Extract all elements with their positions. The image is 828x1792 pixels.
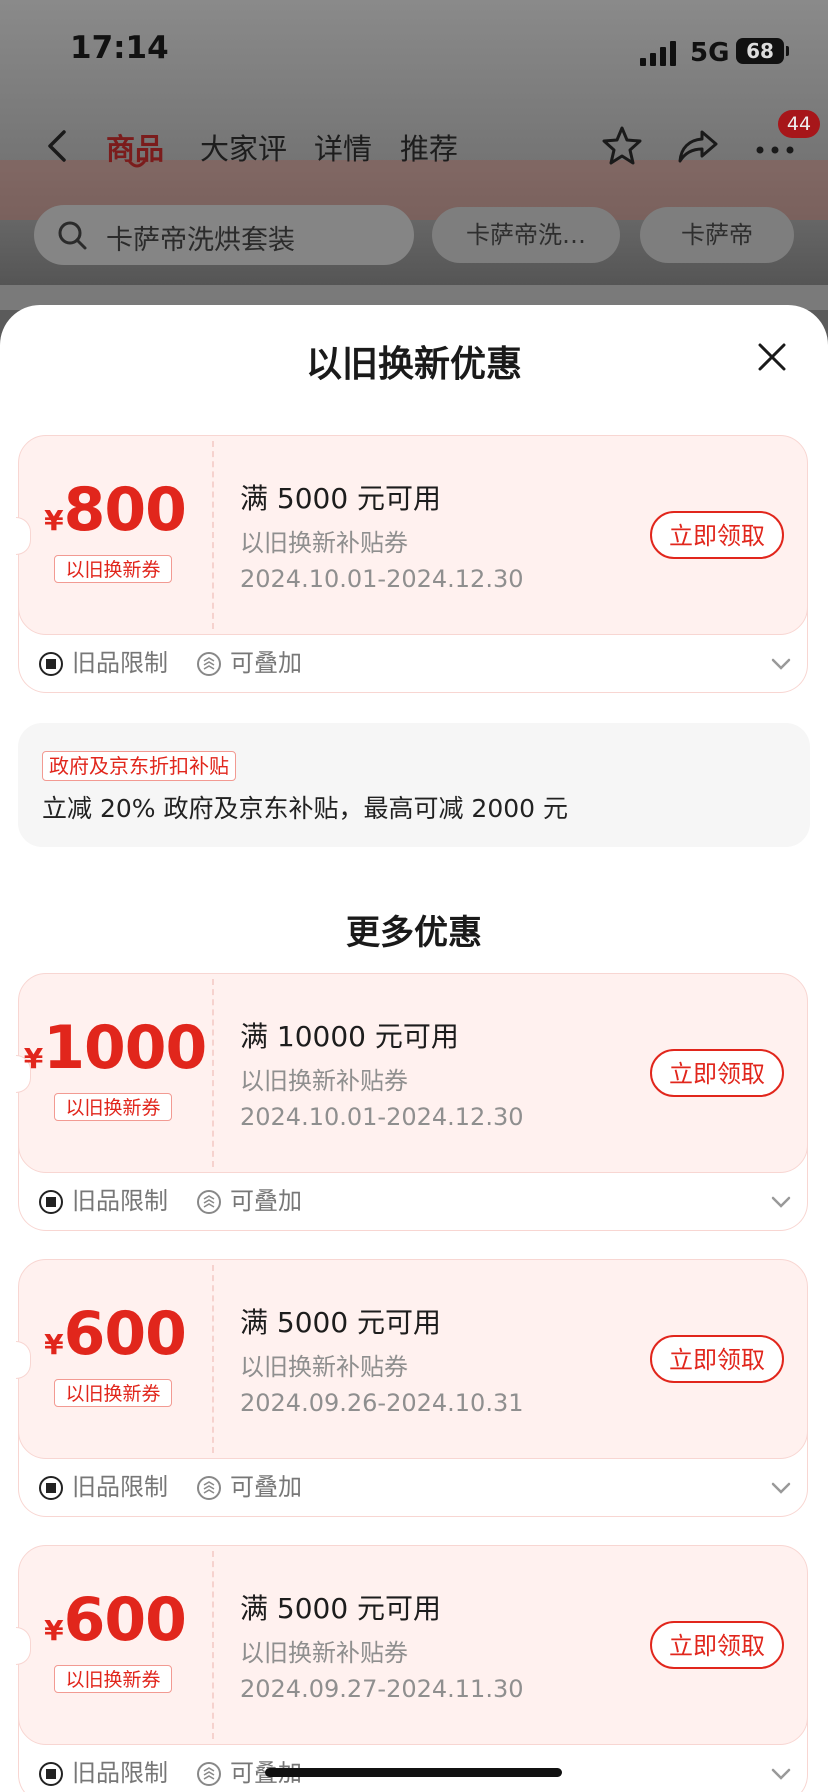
claim-button[interactable]: 立即领取 <box>650 511 784 559</box>
trade-in-offers-sheet: 以旧换新优惠 ¥800 以旧换新券 满 5000 元可用 以旧换新补贴券 202… <box>0 305 828 1792</box>
stackable-icon <box>197 1476 221 1500</box>
stackable-icon <box>197 1190 221 1214</box>
coupon-condition: 满 5000 元可用 <box>240 482 442 515</box>
coupon-type: 以旧换新补贴券 <box>240 1067 408 1095</box>
stackable-icon <box>197 652 221 676</box>
old-item-icon <box>39 1476 63 1500</box>
chevron-down-icon[interactable] <box>770 1195 792 1209</box>
coupon-tag: 以旧换新券 <box>54 1665 172 1693</box>
coupon-card: ¥600 以旧换新券 满 5000 元可用 以旧换新补贴券 2024.09.27… <box>16 1545 810 1792</box>
search-row: 卡萨帝洗烘套装 卡萨帝洗… 卡萨帝 <box>0 205 828 269</box>
coupon-date: 2024.10.01-2024.12.30 <box>240 1103 524 1131</box>
claim-button[interactable]: 立即领取 <box>650 1049 784 1097</box>
old-item-limit: 旧品限制 <box>72 1473 168 1501</box>
coupon-date: 2024.09.26-2024.10.31 <box>240 1389 524 1417</box>
claim-button[interactable]: 立即领取 <box>650 1335 784 1383</box>
chevron-down-icon[interactable] <box>770 657 792 671</box>
background-product-page: 17:14 5G 68 商品 大家评 详情 推荐 44 卡萨帝洗烘套装 卡萨帝洗… <box>0 0 828 310</box>
stackable-label: 可叠加 <box>230 649 302 677</box>
coupon-card: ¥800 以旧换新券 满 5000 元可用 以旧换新补贴券 2024.10.01… <box>16 435 810 693</box>
close-icon[interactable] <box>756 341 788 373</box>
coupon-card: ¥600 以旧换新券 满 5000 元可用 以旧换新补贴券 2024.09.26… <box>16 1259 810 1517</box>
subsidy-text: 立减 20% 政府及京东补贴，最高可减 2000 元 <box>42 794 568 823</box>
subsidy-tag: 政府及京东折扣补贴 <box>42 751 236 781</box>
government-subsidy-card: 政府及京东折扣补贴 立减 20% 政府及京东补贴，最高可减 2000 元 <box>18 723 810 847</box>
active-tab-indicator <box>128 160 146 168</box>
claim-button[interactable]: 立即领取 <box>650 1621 784 1669</box>
search-chip[interactable]: 卡萨帝洗… <box>432 207 620 263</box>
coupon-divider <box>212 1265 214 1453</box>
coupon-amount: ¥1000 <box>18 1013 212 1083</box>
coupon-type: 以旧换新补贴券 <box>240 529 408 557</box>
coupon-amount: ¥600 <box>18 1585 212 1655</box>
coupon-condition: 满 5000 元可用 <box>240 1592 442 1625</box>
stackable-label: 可叠加 <box>230 1473 302 1501</box>
more-offers-title: 更多优惠 <box>346 913 482 953</box>
coupon-amount: ¥800 <box>18 475 212 545</box>
tab-details[interactable]: 详情 <box>314 126 372 168</box>
tab-reviews[interactable]: 大家评 <box>200 126 287 168</box>
search-input[interactable]: 卡萨帝洗烘套装 <box>34 205 414 265</box>
coupon-type: 以旧换新补贴券 <box>240 1353 408 1381</box>
coupon-divider <box>212 979 214 1167</box>
coupon-tag: 以旧换新券 <box>54 1093 172 1121</box>
chevron-down-icon[interactable] <box>770 1767 792 1781</box>
coupon-date: 2024.09.27-2024.11.30 <box>240 1675 524 1703</box>
old-item-icon <box>39 1190 63 1214</box>
search-query: 卡萨帝洗烘套装 <box>106 225 295 256</box>
old-item-icon <box>39 652 63 676</box>
currency-symbol: ¥ <box>44 1614 64 1647</box>
old-item-limit: 旧品限制 <box>72 649 168 677</box>
favorite-star-icon[interactable] <box>600 124 644 168</box>
old-item-limit: 旧品限制 <box>72 1759 168 1787</box>
coupon-value: 800 <box>63 475 187 545</box>
status-time: 17:14 <box>70 30 169 66</box>
battery-icon: 68 <box>736 38 789 64</box>
share-icon[interactable] <box>676 126 720 166</box>
coupon-condition: 满 10000 元可用 <box>240 1020 459 1053</box>
chevron-down-icon[interactable] <box>770 1481 792 1495</box>
currency-symbol: ¥ <box>44 504 64 537</box>
coupon-date: 2024.10.01-2024.12.30 <box>240 565 524 593</box>
coupon-tag: 以旧换新券 <box>54 1379 172 1407</box>
search-chip[interactable]: 卡萨帝 <box>640 207 794 263</box>
coupon-value: 600 <box>63 1299 187 1369</box>
stackable-label: 可叠加 <box>230 1187 302 1215</box>
product-nav: 商品 大家评 详情 推荐 44 <box>0 110 828 182</box>
search-icon <box>58 221 87 250</box>
coupon-value: 600 <box>63 1585 187 1655</box>
home-indicator[interactable] <box>265 1768 562 1777</box>
currency-symbol: ¥ <box>23 1042 44 1075</box>
network-label: 5G <box>690 38 730 68</box>
old-item-limit: 旧品限制 <box>72 1187 168 1215</box>
stackable-icon <box>197 1762 221 1786</box>
coupon-condition: 满 5000 元可用 <box>240 1306 442 1339</box>
signal-icon <box>640 40 680 66</box>
coupon-divider <box>212 441 214 629</box>
coupon-value: 1000 <box>43 1013 207 1083</box>
coupon-amount: ¥600 <box>18 1299 212 1369</box>
coupon-card: ¥1000 以旧换新券 满 10000 元可用 以旧换新补贴券 2024.10.… <box>16 973 810 1231</box>
tab-recommend[interactable]: 推荐 <box>400 126 458 168</box>
sheet-title: 以旧换新优惠 <box>305 344 522 385</box>
currency-symbol: ¥ <box>44 1328 64 1361</box>
coupon-tag: 以旧换新券 <box>54 555 172 583</box>
coupon-type: 以旧换新补贴券 <box>240 1639 408 1667</box>
coupon-divider <box>212 1551 214 1739</box>
back-arrow-icon[interactable] <box>40 128 76 164</box>
old-item-icon <box>39 1762 63 1786</box>
message-badge: 44 <box>778 110 820 138</box>
status-bar: 17:14 5G 68 <box>0 0 828 100</box>
